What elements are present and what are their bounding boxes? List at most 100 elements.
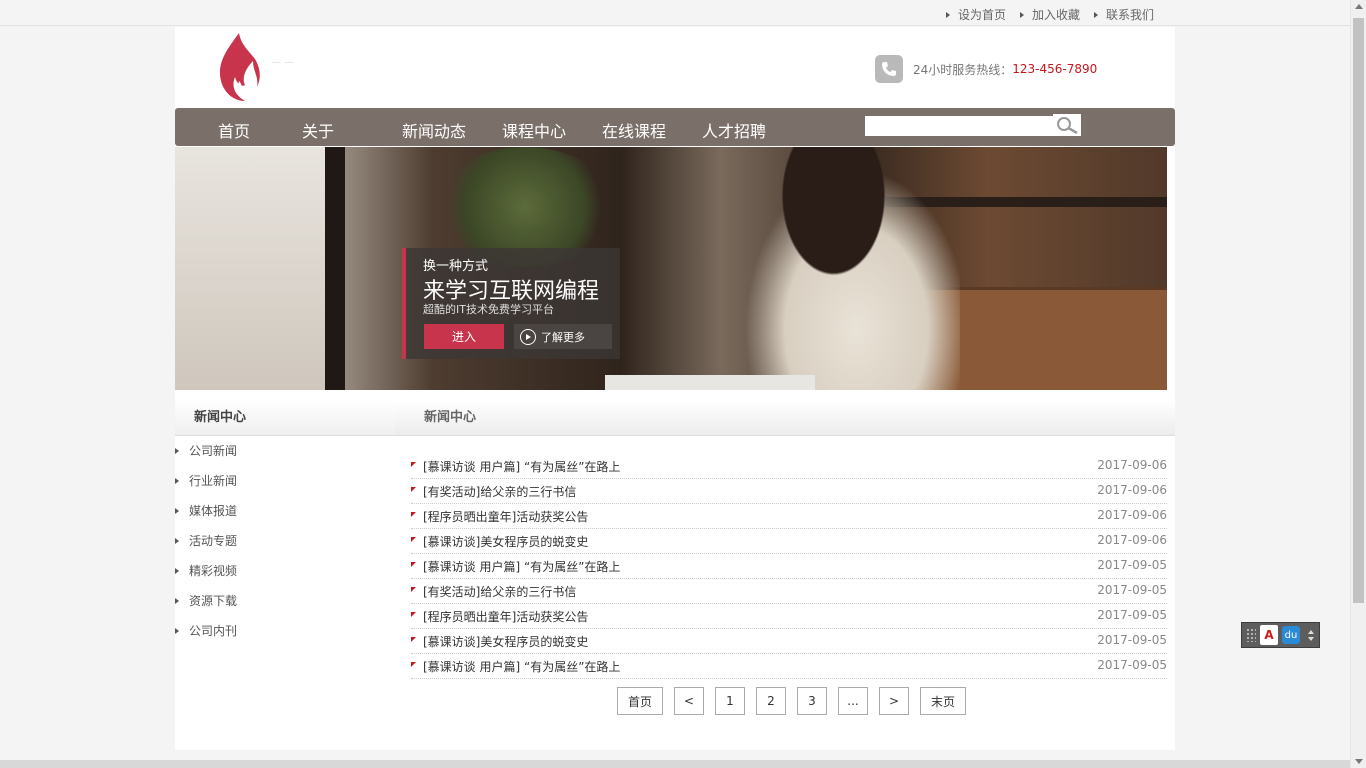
nav-item-home[interactable]: 首页 [218, 118, 250, 142]
hotline: 24小时服务热线： 123-456-7890 [875, 55, 1097, 83]
set-homepage-link[interactable]: 设为首页 [945, 6, 1006, 23]
arrow-up-icon [1308, 629, 1314, 634]
sidebar-item-label: 行业新闻 [189, 474, 238, 488]
content-title: 新闻中心 [395, 400, 1175, 436]
arrow-right-icon [175, 598, 179, 604]
learn-more-button[interactable]: 了解更多 [514, 324, 612, 349]
pager-first[interactable]: 首页 [617, 687, 663, 715]
nav-item-online-courses[interactable]: 在线课程 [602, 118, 666, 142]
scroll-thumb[interactable] [1353, 18, 1364, 603]
scroll-down-icon[interactable] [1355, 759, 1363, 764]
flag-icon [411, 612, 416, 617]
promo-caption: 超酷的IT技术免费学习平台 [423, 303, 554, 316]
flag-icon [411, 637, 416, 642]
list-item: [程序员晒出童年]活动获奖公告 2017-09-06 [411, 504, 1167, 529]
enter-button[interactable]: 进入 [424, 324, 504, 349]
news-title-link[interactable]: [慕课访谈 用户篇] “有为属丝”在路上 [423, 658, 620, 675]
arrow-down-icon [1308, 636, 1314, 641]
flag-icon [411, 512, 416, 517]
nav-item-about[interactable]: 关于 [302, 118, 334, 142]
news-title-link[interactable]: [程序员晒出童年]活动获奖公告 [423, 608, 588, 625]
news-title-link[interactable]: [慕课访谈 用户篇] “有为属丝”在路上 [423, 558, 620, 575]
phone-icon [875, 55, 903, 83]
learn-more-label: 了解更多 [541, 330, 585, 344]
news-date: 2017-09-06 [1097, 533, 1167, 547]
main-nav: 首页 关于 新闻动态 课程中心 在线课程 人才招聘 [175, 108, 1175, 146]
hotline-label: 24小时服务热线： [913, 62, 1013, 77]
arrow-right-icon [1093, 11, 1098, 18]
news-date: 2017-09-05 [1097, 658, 1167, 672]
top-bar: 设为首页 加入收藏 联系我们 [0, 0, 1350, 26]
baidu-icon[interactable]: du [1282, 626, 1300, 644]
nav-item-news[interactable]: 新闻动态 [402, 118, 466, 142]
news-title-link[interactable]: [有奖活动]给父亲的三行书信 [423, 583, 576, 600]
news-date: 2017-09-06 [1097, 458, 1167, 472]
nav-item-jobs[interactable]: 人才招聘 [702, 118, 766, 142]
arrow-right-icon [175, 448, 179, 454]
arrow-right-icon [175, 628, 179, 634]
list-item: [慕课访谈 用户篇] “有为属丝”在路上 2017-09-05 [411, 554, 1167, 579]
flag-icon [411, 662, 416, 667]
flag-icon [411, 587, 416, 592]
news-date: 2017-09-05 [1097, 633, 1167, 647]
pager-ellipsis: ... [838, 687, 868, 715]
arrow-right-icon [175, 508, 179, 514]
sidebar-item-label: 资源下载 [189, 594, 238, 608]
horizontal-scrollbar[interactable] [0, 760, 1350, 768]
list-item: [慕课访谈]美女程序员的蜕变史 2017-09-06 [411, 529, 1167, 554]
play-icon [520, 328, 536, 345]
news-title-link[interactable]: [程序员晒出童年]活动获奖公告 [423, 508, 588, 525]
search-button[interactable] [1053, 114, 1081, 136]
hero-banner: 换一种方式 来学习互联网编程 超酷的IT技术免费学习平台 进入 了解更多 [175, 147, 1167, 390]
sidebar-item-journal[interactable]: 公司内刊 [175, 616, 395, 646]
sidebar-item-label: 精彩视频 [189, 564, 238, 578]
sidebar-item-label: 公司内刊 [189, 624, 238, 638]
sidebar-title: 新闻中心 [175, 400, 395, 436]
news-title-link[interactable]: [慕课访谈 用户篇] “有为属丝”在路上 [423, 458, 620, 475]
flag-icon [411, 487, 416, 492]
news-date: 2017-09-05 [1097, 608, 1167, 622]
pdf-icon[interactable]: A [1260, 625, 1278, 645]
banner-window [175, 147, 325, 390]
search-input[interactable] [865, 116, 1053, 136]
sidebar-item-company-news[interactable]: 公司新闻 [175, 436, 395, 466]
news-title-link[interactable]: [慕课访谈]美女程序员的蜕变史 [423, 633, 588, 650]
vertical-scrollbar[interactable] [1350, 0, 1366, 768]
list-item: [程序员晒出童年]活动获奖公告 2017-09-05 [411, 604, 1167, 629]
expand-toggle[interactable] [1306, 629, 1316, 641]
nav-item-courses[interactable]: 课程中心 [502, 118, 566, 142]
arrow-right-icon [175, 568, 179, 574]
banner-laptop [605, 375, 815, 390]
floating-toolbar: A du [1241, 622, 1320, 648]
pager-page-3[interactable]: 3 [797, 687, 827, 715]
arrow-right-icon [945, 11, 950, 18]
sidebar-item-industry-news[interactable]: 行业新闻 [175, 466, 395, 496]
pager-last[interactable]: 末页 [920, 687, 966, 715]
flag-icon [411, 537, 416, 542]
sidebar-item-label: 公司新闻 [189, 444, 238, 458]
top-links: 设为首页 加入收藏 联系我们 [945, 6, 1154, 23]
pager-next[interactable]: > [879, 687, 909, 715]
sidebar-item-events[interactable]: 活动专题 [175, 526, 395, 556]
news-title-link[interactable]: [慕课访谈]美女程序员的蜕变史 [423, 533, 588, 550]
banner-frame [325, 147, 345, 390]
pager-page-1[interactable]: 1 [715, 687, 745, 715]
sidebar-item-videos[interactable]: 精彩视频 [175, 556, 395, 586]
sidebar-item-media[interactable]: 媒体报道 [175, 496, 395, 526]
list-item: [慕课访谈 用户篇] “有为属丝”在路上 2017-09-06 [411, 454, 1167, 479]
flag-icon [411, 562, 416, 567]
flame-logo-icon[interactable] [215, 31, 261, 103]
pager-prev[interactable]: < [674, 687, 704, 715]
drag-handle-icon[interactable] [1246, 628, 1256, 642]
add-favorite-link[interactable]: 加入收藏 [1019, 6, 1080, 23]
scroll-up-icon[interactable] [1355, 4, 1363, 9]
sidebar-item-label: 媒体报道 [189, 504, 238, 518]
sidebar-item-downloads[interactable]: 资源下载 [175, 586, 395, 616]
contact-us-label: 联系我们 [1105, 8, 1154, 22]
pager-page-2[interactable]: 2 [756, 687, 786, 715]
promo-box: 换一种方式 来学习互联网编程 超酷的IT技术免费学习平台 进入 了解更多 [402, 248, 620, 359]
arrow-right-icon [175, 478, 179, 484]
contact-us-link[interactable]: 联系我们 [1093, 6, 1154, 23]
banner-person-image [730, 147, 960, 390]
news-title-link[interactable]: [有奖活动]给父亲的三行书信 [423, 483, 576, 500]
